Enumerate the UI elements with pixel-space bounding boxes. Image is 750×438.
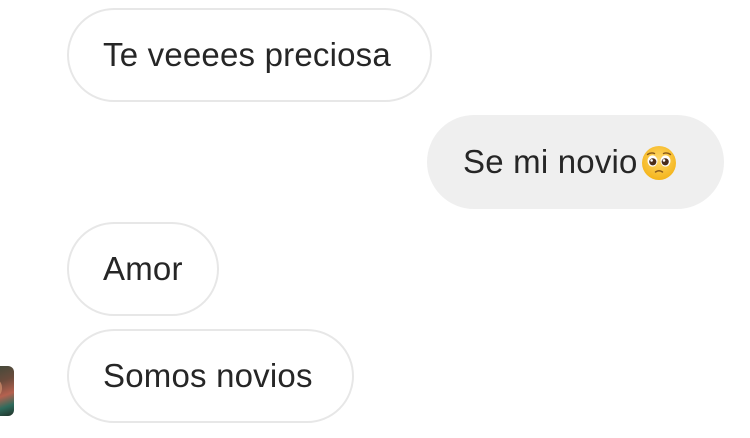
message-bubble-received[interactable]: Amor xyxy=(67,222,219,316)
message-bubble-received[interactable]: Somos novios xyxy=(67,329,354,423)
message-text: Te veeees preciosa xyxy=(103,36,391,73)
message-text: Somos novios xyxy=(103,357,313,394)
sender-avatar[interactable] xyxy=(0,366,14,416)
pleading-face-icon xyxy=(640,144,678,182)
message-text: Se mi novio xyxy=(463,143,638,180)
message-bubble-sent[interactable]: Se mi novio xyxy=(427,115,724,209)
message-bubble-received[interactable]: Te veeees preciosa xyxy=(67,8,432,102)
chat-thread: Te veeees preciosa Se mi novio Amor Somo… xyxy=(0,0,750,438)
message-text: Amor xyxy=(103,250,183,287)
